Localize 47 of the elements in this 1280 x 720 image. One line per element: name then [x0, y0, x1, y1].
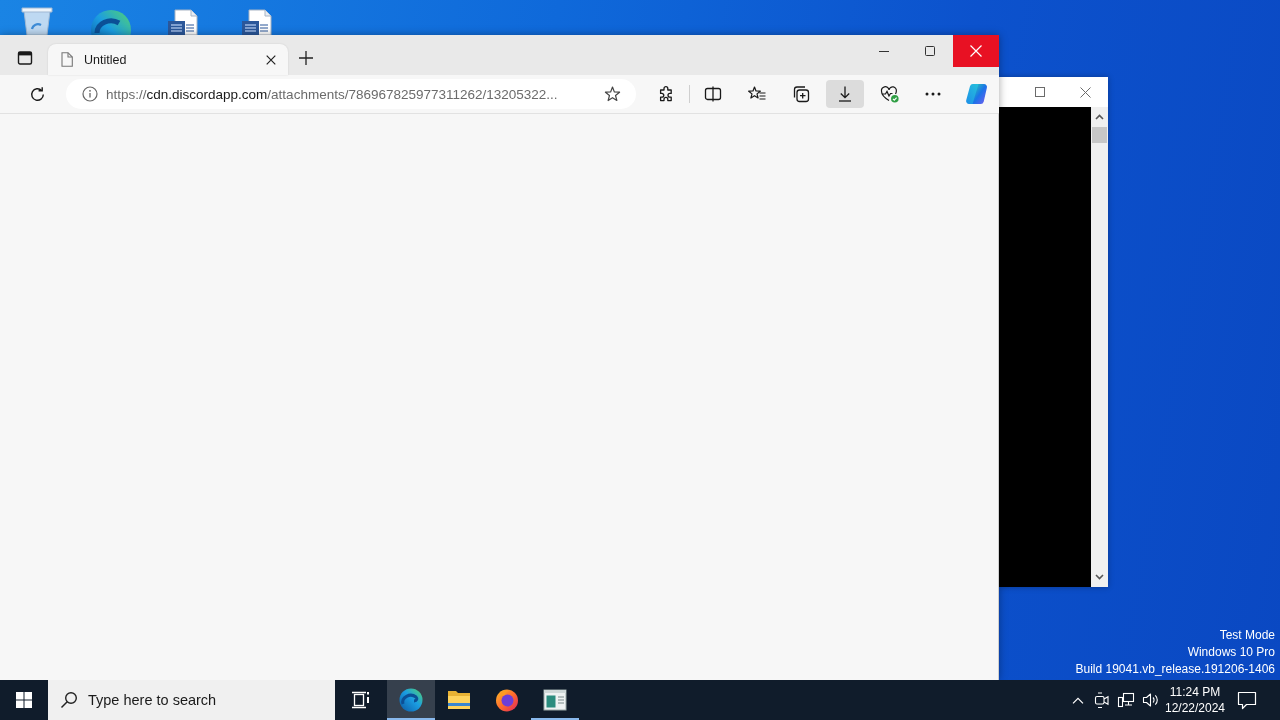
edge-icon [399, 688, 423, 712]
more-icon [925, 92, 941, 96]
info-icon[interactable] [82, 86, 98, 102]
close-icon [970, 45, 982, 57]
puzzle-icon [657, 85, 675, 103]
favorites-icon [748, 85, 766, 103]
clock-time[interactable]: 11:24 PM [1169, 684, 1221, 700]
url-text: https://cdn.discordapp.com/attachments/786967825977311262/13205322... [106, 86, 559, 102]
notification-icon[interactable] [1237, 690, 1257, 710]
system-info-text: Build 19041.vb_release.191206-1406 [1075, 661, 1275, 678]
search-field[interactable]: Type here to search [48, 680, 335, 720]
download-icon [836, 85, 854, 103]
collections-icon [792, 85, 810, 103]
task-view-icon[interactable] [351, 691, 371, 709]
favorite-star-icon[interactable] [604, 85, 621, 103]
volume-icon[interactable] [1141, 692, 1159, 708]
plus-icon[interactable] [299, 51, 313, 65]
address-bar[interactable]: https://cdn.discordapp.com/attachments/786967825977311262/13205322... [66, 79, 636, 109]
maximize-icon [925, 46, 935, 56]
page-icon [61, 52, 73, 67]
scroll-down-icon[interactable] [1095, 574, 1104, 580]
maximize-icon[interactable] [1035, 87, 1045, 97]
folder-icon [447, 689, 471, 711]
tab-actions-icon[interactable] [17, 50, 33, 66]
firefox-icon [495, 688, 519, 712]
heart-pulse-icon [879, 85, 899, 103]
browser-tab[interactable]: Untitled [48, 44, 288, 75]
camera-icon[interactable] [1094, 692, 1110, 708]
scroll-up-icon[interactable] [1095, 114, 1104, 120]
refresh-icon[interactable] [28, 85, 46, 103]
network-icon[interactable] [1117, 692, 1135, 708]
scrollbar[interactable] [1091, 107, 1108, 587]
downloads-button[interactable] [826, 80, 864, 108]
close-icon[interactable] [266, 54, 276, 65]
windows-logo-icon [16, 692, 32, 708]
clock-date[interactable]: 12/22/2024 [1164, 700, 1226, 716]
app-window-icon [543, 689, 567, 711]
tab-title: Untitled [84, 52, 128, 67]
system-info-text: Windows 10 Pro [1187, 644, 1275, 661]
search-icon [60, 691, 78, 709]
system-info-text: Test Mode [1219, 627, 1275, 644]
split-screen-icon [704, 85, 722, 103]
minimize-icon [879, 50, 889, 52]
copilot-icon [965, 83, 989, 105]
edge-taskbar-button[interactable] [387, 680, 435, 720]
chevron-up-icon[interactable] [1072, 696, 1084, 704]
scrollbar-thumb[interactable] [1092, 127, 1107, 143]
